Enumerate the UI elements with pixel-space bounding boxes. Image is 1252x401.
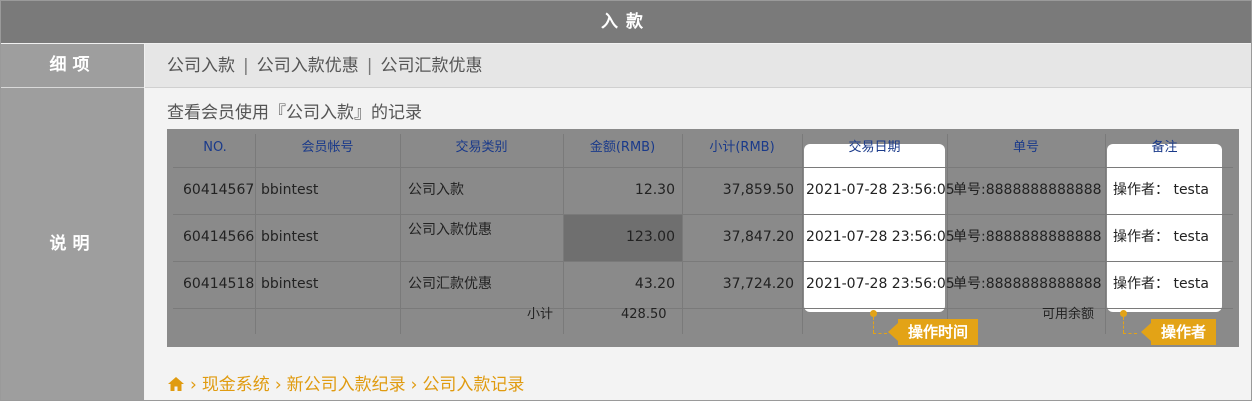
tab-separator: |: [366, 56, 373, 76]
header-no: NO.: [203, 140, 227, 155]
detail-label: 细项: [1, 44, 144, 88]
table-cell-account: bbintest: [261, 182, 319, 198]
table-cell-type: 公司汇款优惠: [408, 276, 492, 292]
table-cell-no: 60414518: [183, 276, 255, 292]
header-remark: 备注: [1151, 140, 1178, 155]
home-icon[interactable]: [167, 376, 185, 392]
grid-line: [1105, 134, 1106, 334]
table-cell-remark: 操作者： testa: [1113, 229, 1209, 245]
tab-company-deposit-bonus[interactable]: 公司入款优惠: [257, 56, 359, 76]
tab-list: 公司入款 | 公司入款优惠 | 公司汇款优惠: [167, 44, 482, 89]
table-cell-type: 公司入款优惠: [408, 222, 492, 238]
table-cell-subtotal: 37,859.50: [722, 182, 794, 198]
tab-separator: |: [243, 56, 249, 76]
callout-line: [873, 317, 874, 333]
callout-line: [1123, 317, 1124, 333]
table-cell-subtotal: 37,847.20: [722, 229, 794, 245]
chevron-right-icon: ›: [274, 375, 282, 395]
breadcrumb-item[interactable]: 新公司入款纪录: [287, 375, 406, 395]
description-label: 说明: [1, 88, 144, 400]
description-text: 查看会员使用『公司入款』的记录: [167, 103, 422, 123]
callout-line: [873, 333, 887, 334]
detail-row: 公司入款 | 公司入款优惠 | 公司汇款优惠: [145, 44, 1251, 88]
callout-dot: [870, 310, 877, 317]
table-cell-account: bbintest: [261, 276, 319, 292]
page-title: 入款: [1, 1, 1251, 43]
callout-line: [1123, 333, 1137, 334]
breadcrumb-item[interactable]: 公司入款记录: [422, 375, 524, 395]
table-cell-remark: 操作者： testa: [1113, 182, 1209, 198]
table-cell-date: 2021-07-28 23:56:05: [806, 182, 955, 198]
header-transaction-type: 交易类别: [455, 140, 508, 155]
description-row: 查看会员使用『公司入款』的记录 NO. 会员帐号 交易类别 金额(RMB) 小计…: [145, 88, 1251, 400]
header-transaction-date: 交易日期: [848, 140, 901, 155]
table-cell-subtotal: 37,724.20: [722, 276, 794, 292]
grid-line: [802, 134, 803, 334]
header-amount: 金额(RMB): [589, 140, 656, 155]
table-cell-no: 60414566: [183, 229, 255, 245]
breadcrumb-item[interactable]: 现金系统: [202, 375, 270, 395]
subtotal-value: 428.50: [621, 307, 667, 322]
header-member-account: 会员帐号: [301, 140, 354, 155]
table-cell-amount: 123.00: [626, 229, 675, 245]
table-cell-no: 60414567: [183, 182, 255, 198]
header-subtotal: 小计(RMB): [709, 140, 775, 155]
table-cell-account: bbintest: [261, 229, 319, 245]
chevron-right-icon: ›: [410, 375, 418, 395]
chevron-right-icon: ›: [190, 375, 197, 395]
table-cell-remark: 操作者： testa: [1113, 276, 1209, 292]
breadcrumb: › 现金系统 › 新公司入款纪录 › 公司入款记录: [167, 370, 524, 395]
callout-dot: [1120, 310, 1127, 317]
tab-company-remit-bonus[interactable]: 公司汇款优惠: [380, 56, 482, 76]
table-cell-order: 单号:8888888888888: [953, 229, 1102, 245]
callout-operator: 操作者: [1140, 319, 1217, 345]
callout-operation-time: 操作时间: [887, 319, 979, 345]
table-cell-order: 单号:8888888888888: [953, 182, 1102, 198]
subtotal-label: 小计: [527, 307, 554, 322]
table-cell-amount: 12.30: [634, 182, 675, 198]
table-cell-date: 2021-07-28 23:56:05: [806, 229, 955, 245]
tab-company-deposit[interactable]: 公司入款: [167, 56, 235, 76]
available-balance-label: 可用余额: [1042, 307, 1095, 322]
table-cell-date: 2021-07-28 23:56:05: [806, 276, 955, 292]
header-order-number: 单号: [1012, 140, 1039, 155]
records-table: NO. 会员帐号 交易类别 金额(RMB) 小计(RMB) 交易日期 单号 备注…: [167, 129, 1239, 347]
page-frame: 入款 细项 说明 公司入款 | 公司入款优惠 | 公司汇款优惠 查看会员使用『公司入款』…: [0, 0, 1252, 401]
